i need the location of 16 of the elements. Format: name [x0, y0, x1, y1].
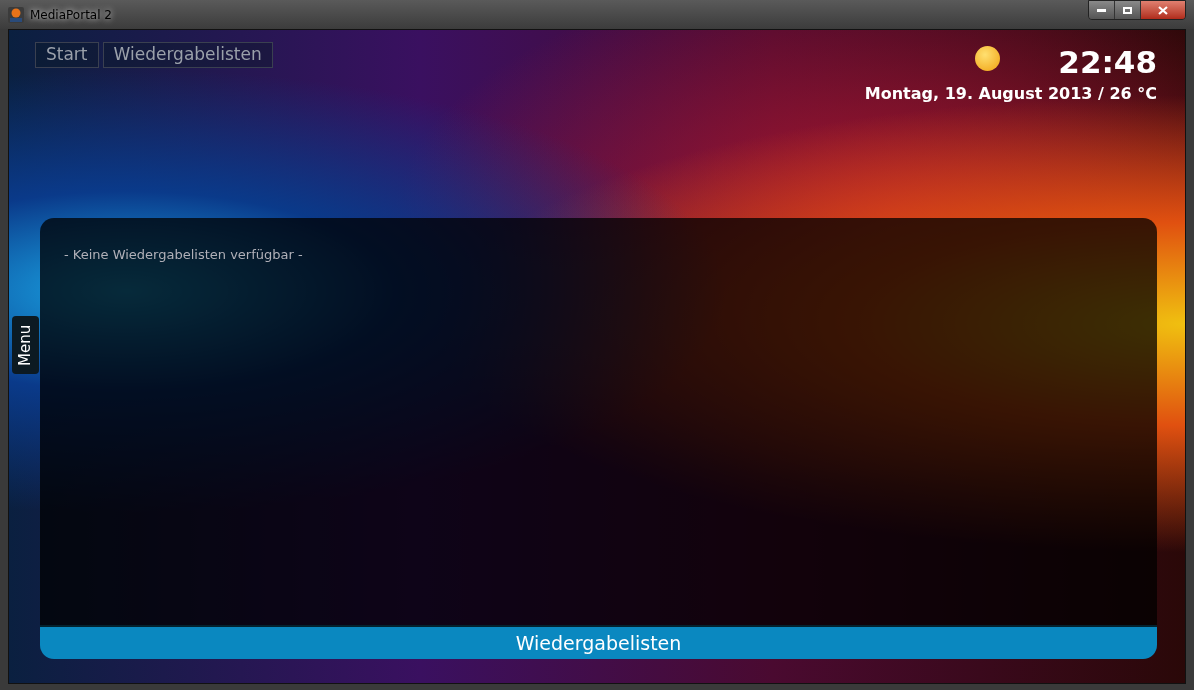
maximize-button[interactable] [1115, 1, 1141, 19]
sun-weather-icon [975, 45, 1001, 71]
maximize-icon [1123, 6, 1132, 14]
minimize-button[interactable] [1089, 1, 1115, 19]
close-button[interactable] [1141, 1, 1185, 19]
minimize-icon [1097, 8, 1106, 12]
clock-time: 22:48 [1058, 43, 1157, 82]
breadcrumb-link[interactable]: Start [35, 42, 99, 68]
window-title: MediaPortal 2 [30, 6, 112, 24]
empty-message: - Keine Wiedergabelisten verfügbar - [64, 247, 303, 262]
date-weather-text: Montag, 19. August 2013 / 26 °C [864, 83, 1157, 105]
close-icon [1158, 5, 1168, 15]
app-logo-icon [8, 6, 24, 23]
breadcrumb-link[interactable]: Wiedergabelisten [102, 42, 273, 68]
footer-title: Wiedergabelisten [515, 630, 682, 656]
side-menu-tab[interactable]: Menu [12, 316, 39, 374]
